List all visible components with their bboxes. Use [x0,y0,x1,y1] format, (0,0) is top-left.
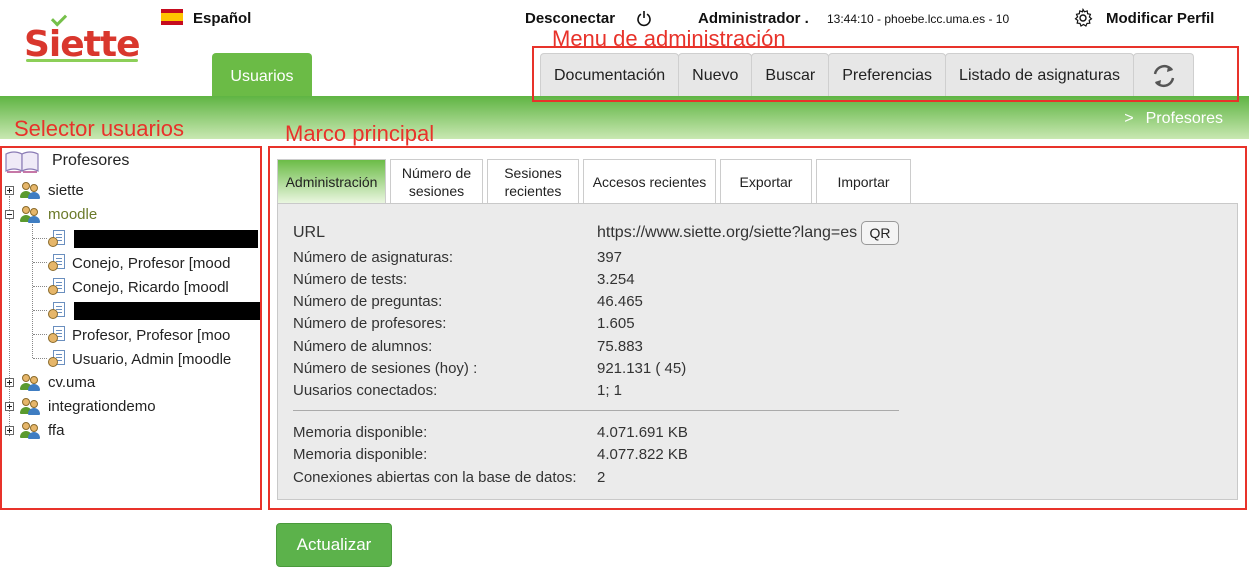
spain-flag-icon[interactable] [161,9,183,25]
annotation-box-main [268,146,1247,510]
annotation-label-menu: Menu de administración [552,26,786,51]
edit-profile-link[interactable]: Modificar Perfil [1106,10,1214,27]
disconnect-link[interactable]: Desconectar [525,10,615,27]
server-info: 13:44:10 - phoebe.lcc.uma.es - 10 [827,12,1010,26]
logo-underline [26,59,138,62]
annotation-box-menu [532,46,1239,102]
siette-logo[interactable]: Siette [22,10,141,66]
power-icon[interactable] [636,10,652,27]
breadcrumb: > Profesores [1124,110,1223,128]
tab-usuarios[interactable]: Usuarios [212,53,312,97]
breadcrumb-separator: > [1124,110,1134,127]
admin-name: Administrador . [698,10,809,27]
gear-icon[interactable] [1073,8,1093,28]
language-selector[interactable]: Español [193,10,251,27]
update-button[interactable]: Actualizar [276,523,392,567]
green-banner [0,96,1249,139]
breadcrumb-current[interactable]: Profesores [1146,110,1223,127]
annotation-label-main: Marco principal [285,121,435,146]
annotation-label-selector: Selector usuarios [14,116,184,141]
annotation-box-selector [0,146,262,510]
